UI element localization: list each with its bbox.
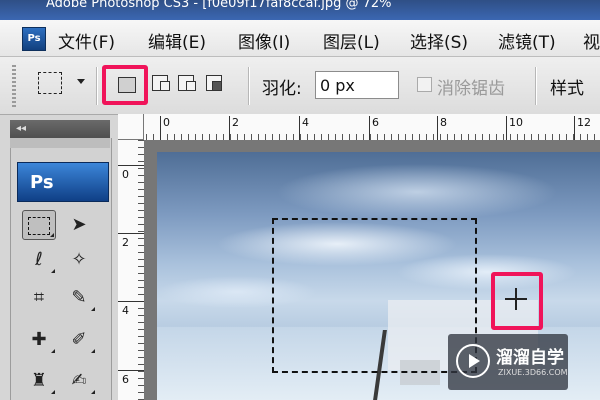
- subtract-icon-inner: [186, 81, 196, 91]
- ruler-tick-label: 4: [118, 301, 144, 317]
- lasso-tool[interactable]: ℓ: [22, 245, 56, 275]
- preset-dropdown-icon[interactable]: [77, 79, 85, 84]
- menu-bar: Ps 文件(F) 编辑(E) 图像(I) 图层(L) 选择(S) 滤镜(T) 视: [0, 20, 600, 57]
- ruler-tick-label: 4: [299, 116, 309, 140]
- crop-tool[interactable]: ⌗: [22, 283, 56, 313]
- tool-flyout-icon: [91, 390, 95, 394]
- collapse-icon[interactable]: ◂◂: [16, 123, 26, 134]
- tool-flyout-icon: [51, 390, 55, 394]
- anti-alias-label: 消除锯齿: [437, 79, 505, 99]
- tool-flyout-icon: [51, 269, 55, 273]
- history-brush-icon: ✍: [71, 370, 87, 391]
- photoshop-logo: Ps: [17, 162, 109, 202]
- move-icon: ➤: [71, 214, 87, 235]
- options-bar-grip-icon[interactable]: [12, 65, 16, 107]
- tool-flyout-icon: [91, 307, 95, 311]
- watermark-title: 溜溜自学: [496, 348, 564, 368]
- bandage-icon: ✚: [31, 329, 47, 350]
- app-icon[interactable]: Ps: [22, 27, 46, 51]
- lasso-icon: ℓ: [35, 249, 43, 270]
- slice-tool[interactable]: ✎: [62, 283, 96, 313]
- separator: [535, 67, 537, 105]
- menu-filter[interactable]: 滤镜(T): [498, 28, 556, 53]
- tool-flyout-icon: [50, 233, 54, 237]
- marquee-selection[interactable]: [272, 218, 477, 373]
- tool-flyout-icon: [91, 349, 95, 353]
- separator: [96, 67, 98, 105]
- marquee-icon: [28, 217, 50, 235]
- brush-icon: ✐: [71, 329, 87, 350]
- stamp-icon: ♜: [30, 370, 48, 391]
- horizontal-ruler[interactable]: [118, 114, 600, 141]
- menu-layer[interactable]: 图层(L): [323, 28, 380, 53]
- ruler-tick-label: 0: [160, 116, 170, 140]
- ruler-tick-label: 12: [574, 116, 591, 140]
- tools-panel-header[interactable]: ◂◂: [10, 120, 110, 138]
- menu-view[interactable]: 视: [583, 28, 600, 53]
- magic-wand-icon: ✧: [71, 249, 87, 270]
- brush-tool[interactable]: ✐: [62, 325, 96, 355]
- history-brush-tool[interactable]: ✍: [62, 366, 96, 396]
- ruler-tick-label: 2: [229, 116, 239, 140]
- tools-tab-bar[interactable]: [10, 138, 110, 148]
- feather-input[interactable]: [315, 71, 399, 99]
- magic-wand-tool[interactable]: ✧: [62, 245, 96, 275]
- anti-alias-checkbox[interactable]: [417, 77, 432, 92]
- style-label: 样式: [550, 79, 584, 99]
- ruler-tick-label: 6: [118, 370, 144, 386]
- tool-flyout-icon: [51, 349, 55, 353]
- feather-label: 羽化:: [262, 79, 302, 99]
- ruler-tick-label: 10: [506, 116, 523, 140]
- ruler-tick-label: 0: [118, 165, 144, 181]
- healing-brush-tool[interactable]: ✚: [22, 325, 56, 355]
- marquee-preset-icon[interactable]: [38, 72, 62, 94]
- ruler-tick-label: 6: [369, 116, 379, 140]
- window-title: Adobe Photoshop CS3 - [f0e09f17faf8ccaf.…: [46, 0, 392, 11]
- move-tool[interactable]: ➤: [62, 210, 96, 240]
- menu-image[interactable]: 图像(I): [238, 28, 290, 53]
- ruler-tick-label: 2: [118, 233, 144, 249]
- clone-stamp-tool[interactable]: ♜: [22, 366, 56, 396]
- menu-edit[interactable]: 编辑(E): [148, 28, 206, 53]
- watermark: 溜溜自学 ZIXUE.3D66.COM: [448, 334, 568, 390]
- crop-icon: ⌗: [33, 287, 45, 308]
- play-logo-icon: [456, 344, 490, 378]
- new-selection-icon[interactable]: [118, 77, 136, 93]
- menu-select[interactable]: 选择(S): [410, 28, 468, 53]
- watermark-subtitle: ZIXUE.3D66.COM: [498, 368, 568, 377]
- ruler-tick-label: 8: [437, 116, 447, 140]
- slice-icon: ✎: [71, 287, 87, 308]
- add-to-selection-icon-inner: [160, 81, 170, 91]
- separator: [248, 67, 250, 105]
- rectangular-marquee-tool[interactable]: [22, 210, 56, 240]
- ruler-origin[interactable]: [118, 114, 144, 140]
- intersect-icon-inner: [212, 81, 222, 91]
- options-bar: 羽化: 消除锯齿 样式: [0, 57, 600, 115]
- crosshair-cursor-icon: [505, 288, 527, 310]
- title-bar: Adobe Photoshop CS3 - [f0e09f17faf8ccaf.…: [0, 0, 600, 20]
- menu-file[interactable]: 文件(F): [58, 28, 115, 53]
